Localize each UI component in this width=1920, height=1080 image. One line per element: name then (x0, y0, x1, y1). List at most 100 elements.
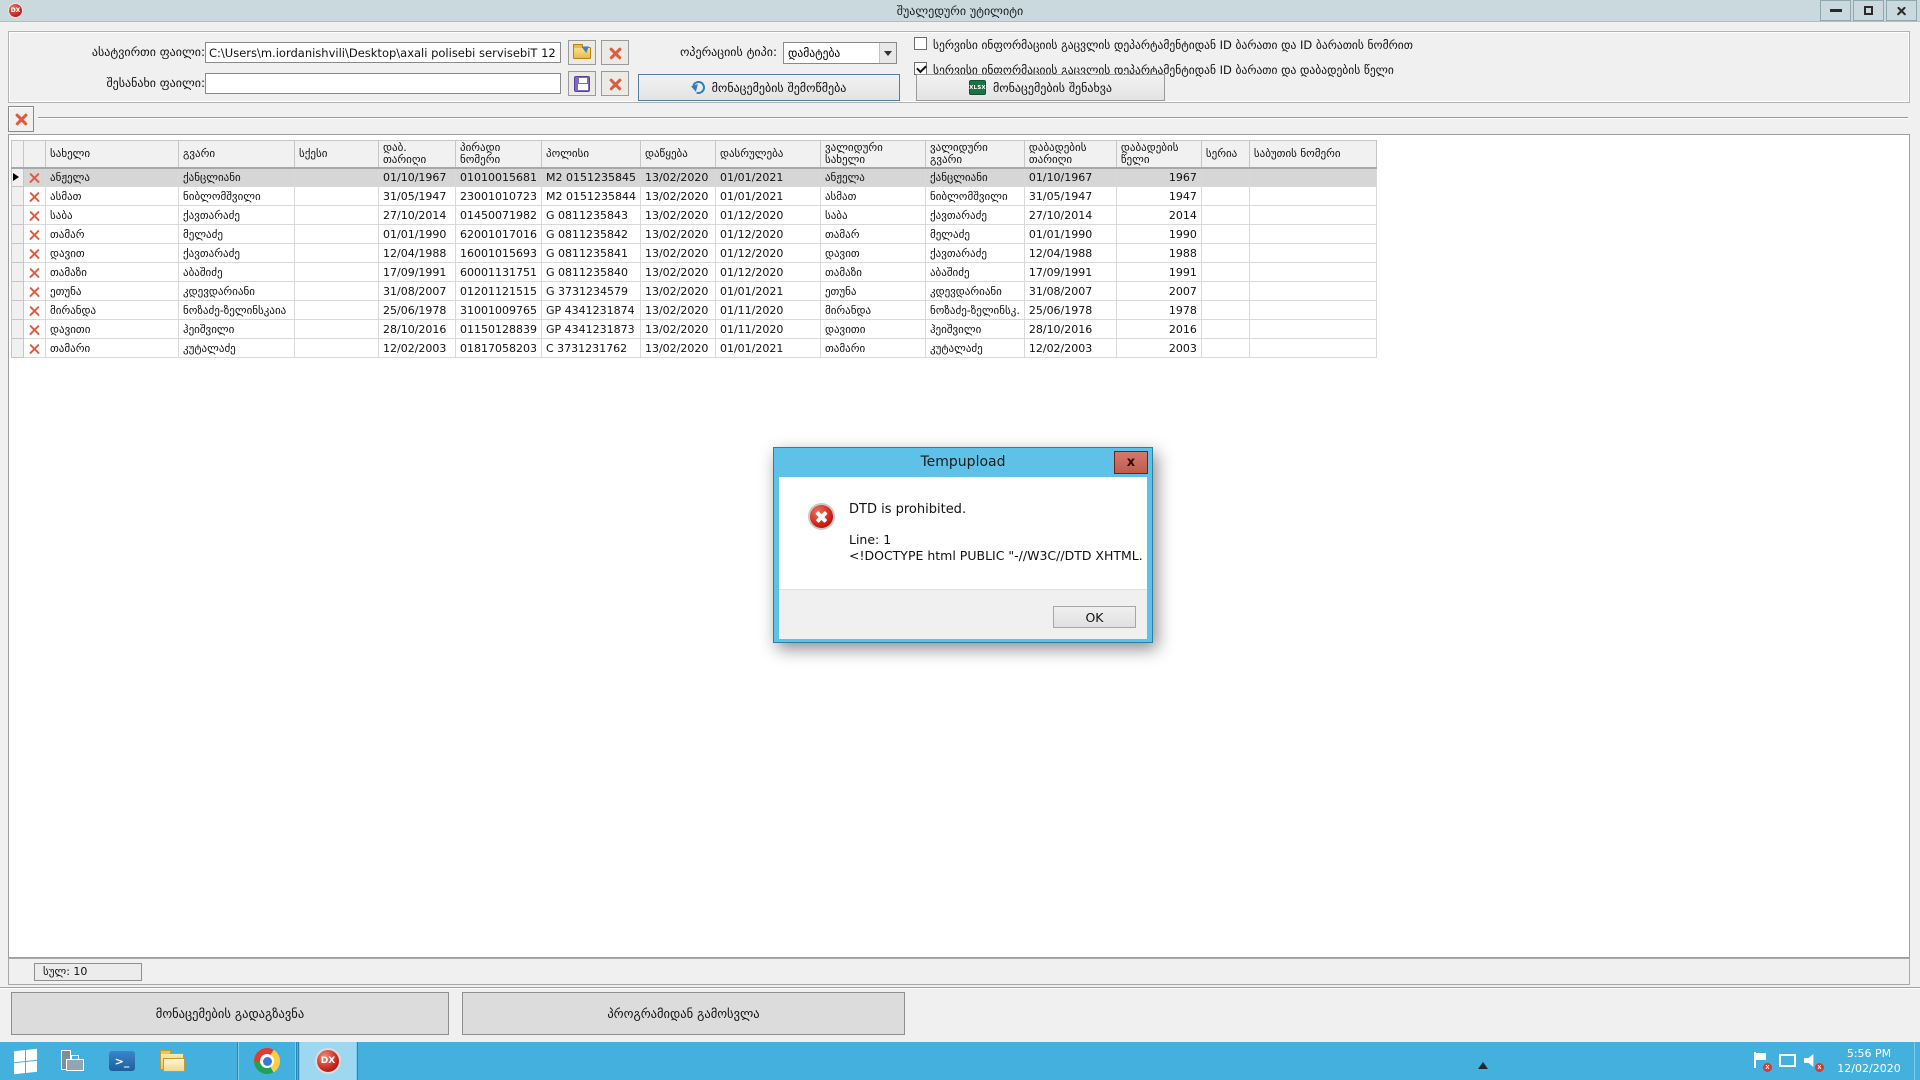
clear-source-button[interactable] (601, 40, 629, 65)
exit-program-button[interactable]: პროგრამიდან გამოსვლა (462, 992, 905, 1035)
grid-row-3[interactable]: თამარმელაძე01/01/199062001017016G 081123… (12, 225, 1377, 244)
show-desktop-button[interactable] (1914, 1042, 1920, 1080)
column-header-9[interactable]: ვალიდური გვარი (925, 141, 1024, 168)
output-file-input[interactable] (205, 73, 561, 94)
grid-row-8[interactable]: დავითიჰეიშვილი28/10/201601150128839GP 43… (12, 320, 1377, 339)
delete-row-cell[interactable] (24, 244, 46, 263)
column-header-3[interactable]: დაბ. თარიღი (379, 141, 456, 168)
start-button[interactable] (6, 1042, 44, 1080)
chrome-button[interactable] (237, 1042, 297, 1080)
chrome-icon (254, 1048, 280, 1074)
grid-cell: 01/11/2020 (715, 301, 820, 320)
checkbox-id-card-number[interactable] (914, 37, 927, 50)
grid-cell: დავითი (820, 320, 925, 339)
column-header-13[interactable]: საბუთის ნომერი (1249, 141, 1376, 168)
column-header-8[interactable]: ვალიდური სახელი (820, 141, 925, 168)
server-manager-button[interactable] (52, 1042, 92, 1080)
column-header-10[interactable]: დაბადების თარიღი (1024, 141, 1116, 168)
column-header-5[interactable]: პოლისი (541, 141, 640, 168)
dialog-detail: <!DOCTYPE html PUBLIC "-//W3C//DTD XHTML… (849, 548, 1143, 563)
delete-row-icon[interactable] (28, 190, 41, 203)
powershell-button[interactable]: >_ (102, 1042, 142, 1080)
delete-row-cell[interactable] (24, 225, 46, 244)
source-file-input[interactable] (205, 42, 561, 63)
file-explorer-button[interactable] (152, 1042, 192, 1080)
grid-row-7[interactable]: მირანდანოზაძე-ზელინსკაია25/06/1978310010… (12, 301, 1377, 320)
save-data-button[interactable]: XLSX მონაცემების შენახვა (916, 74, 1165, 101)
grid-cell (295, 187, 379, 206)
grid-row-0[interactable]: ანჟელაქანცლიანი01/10/196701010015681M2 0… (12, 168, 1377, 187)
row-indicator (12, 168, 24, 187)
delete-row-icon[interactable] (28, 342, 41, 355)
browse-file-button[interactable] (568, 40, 596, 65)
delete-row-icon[interactable] (28, 304, 41, 317)
grid-cell: 27/10/2014 (379, 206, 456, 225)
grid-row-5[interactable]: თამაზიაბაშიძე17/09/199160001131751G 0811… (12, 263, 1377, 282)
delete-row-icon[interactable] (28, 266, 41, 279)
delete-row-icon[interactable] (28, 228, 41, 241)
delete-row-cell[interactable] (24, 320, 46, 339)
grid-cell: ეთუნა (820, 282, 925, 301)
grid-cell: მირანდა (46, 301, 179, 320)
delete-row-cell[interactable] (24, 282, 46, 301)
delete-row-cell[interactable] (24, 301, 46, 320)
column-header-6[interactable]: დაწყება (640, 141, 715, 168)
action-center-icon[interactable]: x (1752, 1052, 1770, 1070)
clear-grid-button[interactable] (8, 106, 34, 132)
delete-row-icon[interactable] (28, 323, 41, 336)
grid-cell (1201, 244, 1249, 263)
clock[interactable]: 5:56 PM 12/02/2020 (1830, 1046, 1908, 1076)
grid-row-2[interactable]: საბაქავთარაძე27/10/201401450071982G 0811… (12, 206, 1377, 225)
grid-cell: 1990 (1116, 225, 1201, 244)
grid-cell: ქავთარაძე (179, 206, 295, 225)
delete-row-cell[interactable] (24, 263, 46, 282)
dialog-ok-button[interactable]: OK (1053, 606, 1136, 628)
data-grid[interactable]: სახელიგვარისქესიდაბ. თარიღიპირადი ნომერი… (11, 140, 1377, 358)
grid-cell: M2 0151235844 (541, 187, 640, 206)
grid-row-1[interactable]: ასმათნიბლომშვილი31/05/194723001010723M2 … (12, 187, 1377, 206)
delete-row-cell[interactable] (24, 187, 46, 206)
column-header-12[interactable]: სერია (1201, 141, 1249, 168)
dx-app-button[interactable]: DX (298, 1042, 358, 1080)
column-header-0[interactable]: სახელი (46, 141, 179, 168)
grid-row-4[interactable]: დავითქავთარაძე12/04/198816001015693G 081… (12, 244, 1377, 263)
delete-row-icon[interactable] (28, 285, 41, 298)
checkbox-id-card-number-label[interactable]: სერვისი ინფორმაციის გაცვლის დეპარტამენტი… (933, 38, 1413, 52)
grid-row-9[interactable]: თამარიკუტალაძე12/02/200301817058203C 373… (12, 339, 1377, 358)
show-hidden-icons[interactable] (1478, 1057, 1488, 1069)
volume-muted-icon[interactable]: x (1804, 1052, 1822, 1070)
delete-row-icon[interactable] (28, 247, 41, 260)
column-header-11[interactable]: დაბადების წელი (1116, 141, 1201, 168)
send-data-button[interactable]: მონაცემების გადაგზავნა (11, 992, 449, 1035)
grid-row-6[interactable]: ეთუნაკდევდარიანი31/08/200701201121515G 3… (12, 282, 1377, 301)
grid-cell (295, 206, 379, 225)
network-icon[interactable] (1778, 1052, 1796, 1070)
delete-row-cell[interactable] (24, 168, 46, 187)
grid-cell: 01/11/2020 (715, 320, 820, 339)
dialog-close-button[interactable]: x (1114, 451, 1148, 474)
delete-row-icon[interactable] (28, 209, 41, 222)
total-count: სულ: 10 (34, 963, 142, 981)
operation-type-select[interactable]: დამატება (783, 42, 897, 64)
column-header-1[interactable]: გვარი (179, 141, 295, 168)
restore-button[interactable] (1853, 0, 1884, 21)
delete-row-icon[interactable] (28, 171, 41, 184)
delete-row-cell[interactable] (24, 206, 46, 225)
grid-cell: საბა (820, 206, 925, 225)
grid-cell: თამაზი (46, 263, 179, 282)
column-header-7[interactable]: დასრულება (715, 141, 820, 168)
column-header-4[interactable]: პირადი ნომერი (456, 141, 542, 168)
delete-row-cell[interactable] (24, 339, 46, 358)
grid-cell: 01/01/2021 (715, 339, 820, 358)
minimize-button[interactable] (1820, 0, 1851, 21)
close-button[interactable] (1886, 0, 1917, 21)
grid-cell (295, 263, 379, 282)
chevron-down-icon[interactable] (879, 43, 896, 63)
verify-data-button[interactable]: მონაცემების შემოწმება (638, 74, 900, 101)
grid-cell: მელაძე (179, 225, 295, 244)
column-header-2[interactable]: სქესი (295, 141, 379, 168)
powershell-icon: >_ (109, 1051, 135, 1071)
save-file-button[interactable] (568, 71, 596, 96)
grid-cell: საბა (46, 206, 179, 225)
clear-output-button[interactable] (601, 71, 629, 96)
